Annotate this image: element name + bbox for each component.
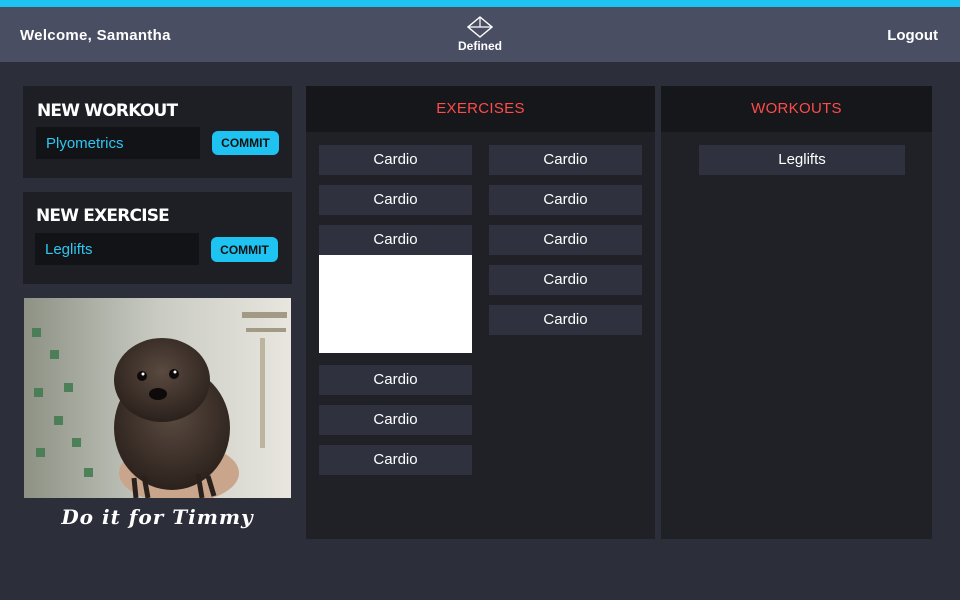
exercise-item[interactable]: Cardio [489,225,642,255]
new-workout-input[interactable] [36,127,200,159]
new-workout-card: NEW WORKOUT COMMIT [23,86,292,178]
exercises-title: EXERCISES [306,86,655,132]
exercise-item[interactable]: Cardio [319,145,472,175]
motivation-caption: Do it for Timmy [61,505,254,529]
brand-name: Defined [457,39,502,53]
exercise-item[interactable]: Cardio [319,445,472,475]
top-accent-bar [0,0,960,7]
diamond-logo-icon [467,16,493,38]
new-workout-title: NEW WORKOUT [37,101,178,121]
workouts-title: WORKOUTS [661,86,932,132]
exercise-item[interactable]: Cardio [489,145,642,175]
exercise-item[interactable]: Cardio [319,405,472,435]
exercise-item[interactable]: Cardio [319,365,472,395]
logout-link[interactable]: Logout [887,27,938,44]
exercise-item[interactable]: Cardio [489,305,642,335]
exercise-item[interactable]: Cardio [489,265,642,295]
exercise-item[interactable]: Cardio [319,185,472,215]
exercise-item[interactable]: Cardio [319,225,472,255]
otter-photo [24,298,291,498]
new-exercise-card: NEW EXERCISE COMMIT [23,192,292,284]
welcome-text: Welcome, Samantha [20,27,171,44]
new-exercise-input[interactable] [35,233,199,265]
brand-logo[interactable]: Defined [440,16,520,53]
commit-workout-button[interactable]: COMMIT [212,131,279,155]
commit-exercise-button[interactable]: COMMIT [211,237,278,262]
workout-item[interactable]: Leglifts [699,145,905,175]
exercise-item[interactable]: Cardio [489,185,642,215]
exercise-preview-box [319,255,472,353]
new-exercise-title: NEW EXERCISE [36,206,170,226]
app-header: Welcome, Samantha Defined Logout [0,7,960,62]
